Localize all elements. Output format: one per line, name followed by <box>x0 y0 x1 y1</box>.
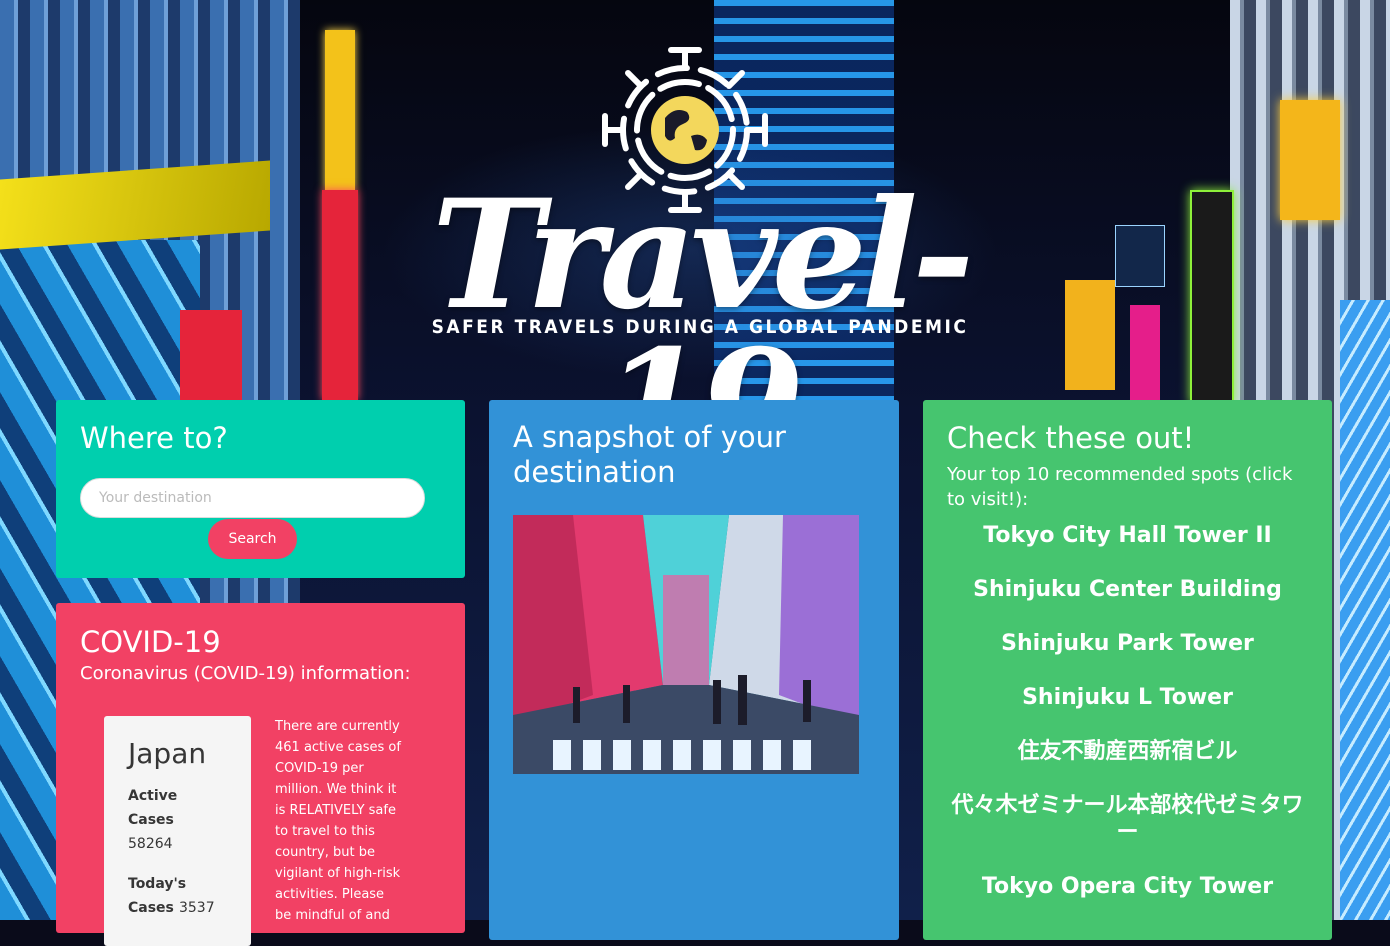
snapshot-card-title: A snapshot of your destination <box>513 420 786 489</box>
snapshot-card: A snapshot of your destination <box>489 400 899 940</box>
search-button[interactable]: Search <box>208 519 297 559</box>
destination-input[interactable] <box>80 478 425 518</box>
active-cases-label: Active Cases <box>128 788 178 828</box>
destination-photo <box>513 515 859 774</box>
recommendations-card: Check these out! Your top 10 recommended… <box>923 400 1332 940</box>
search-card-title: Where to? <box>80 421 228 455</box>
active-cases-value: 58264 <box>128 836 173 852</box>
spot-link[interactable]: 代々木ゼミナール本部校代ゼミタワー <box>947 792 1308 846</box>
spot-link[interactable]: Shinjuku L Tower <box>947 684 1308 711</box>
covid-stats-box: Japan Active Cases 58264 Today's Cases 3… <box>104 716 251 946</box>
covid-card-title: COVID-19 <box>80 625 221 659</box>
todays-cases-value: 3537 <box>178 900 215 916</box>
spot-link[interactable]: Shinjuku Center Building <box>947 576 1308 603</box>
covid-card: COVID-19 Coronavirus (COVID-19) informat… <box>56 603 465 946</box>
travel19-logo: Travel-19 SAFER TRAVELS DURING A GLOBAL … <box>395 40 1005 480</box>
recommendations-subtitle: Your top 10 recommended spots (click to … <box>947 464 1293 510</box>
spots-list: Tokyo City Hall Tower II Shinjuku Center… <box>947 522 1308 900</box>
spot-link[interactable]: Tokyo Opera City Tower <box>947 873 1308 900</box>
recommendations-title: Check these out! <box>947 421 1195 455</box>
covid-card-subtitle: Coronavirus (COVID-19) information: <box>80 663 411 684</box>
covid-info-text: There are currently 461 active cases of … <box>275 719 401 923</box>
search-card: Where to? Search <box>56 400 465 578</box>
spot-link[interactable]: Tokyo City Hall Tower II <box>947 522 1308 549</box>
country-name: Japan <box>128 737 207 770</box>
logo-tagline: SAFER TRAVELS DURING A GLOBAL PANDEMIC <box>431 316 969 338</box>
todays-cases-label: Today's Cases <box>128 876 187 916</box>
spot-link[interactable]: 住友不動産西新宿ビル <box>947 738 1308 765</box>
spot-link[interactable]: Shinjuku Park Tower <box>947 630 1308 657</box>
